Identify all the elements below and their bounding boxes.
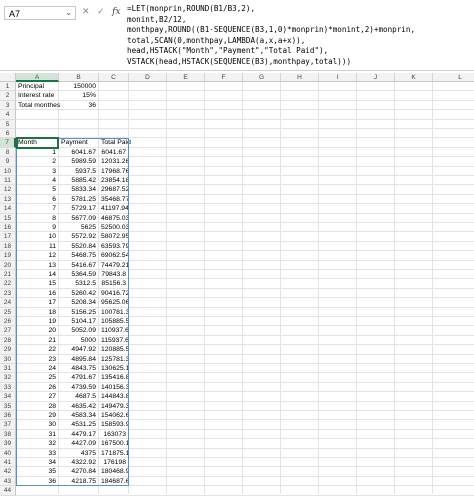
row-header-14[interactable]: 14 [0, 204, 16, 214]
column-header-f[interactable]: F [205, 73, 243, 82]
column-header-d[interactable]: D [129, 73, 167, 82]
row-header-5[interactable]: 5 [0, 119, 16, 129]
row-header-7[interactable]: 7 [0, 138, 16, 148]
name-box-value: A7 [9, 9, 21, 19]
row-header-30[interactable]: 30 [0, 354, 16, 364]
row-header-11[interactable]: 11 [0, 176, 16, 186]
row-header-42[interactable]: 42 [0, 467, 16, 477]
column-header-l[interactable]: L [433, 73, 474, 82]
enter-icon[interactable]: ✓ [97, 6, 105, 16]
row-header-3[interactable]: 3 [0, 100, 16, 111]
row-header-37[interactable]: 37 [0, 420, 16, 430]
formula-bar-divider [0, 70, 474, 71]
cell-label[interactable]: Principal [18, 82, 56, 91]
row-header-16[interactable]: 16 [0, 223, 16, 233]
row-header-20[interactable]: 20 [0, 260, 16, 270]
row-header-21[interactable]: 21 [0, 270, 16, 280]
row-header-27[interactable]: 27 [0, 326, 16, 336]
cell-value[interactable]: 150000 [61, 82, 96, 91]
row-header-32[interactable]: 32 [0, 373, 16, 383]
row-header-23[interactable]: 23 [0, 288, 16, 299]
row-header-6[interactable]: 6 [0, 129, 16, 139]
column-header-a[interactable]: A [16, 73, 59, 82]
spill-range-border [16, 138, 129, 487]
column-header-j[interactable]: J [357, 73, 395, 82]
row-header-39[interactable]: 39 [0, 439, 16, 449]
row-header-44[interactable]: 44 [0, 486, 16, 496]
row-header-17[interactable]: 17 [0, 232, 16, 242]
select-all-corner[interactable] [0, 73, 16, 82]
formula-line: head,HSTACK("Month","Payment","Total Pai… [127, 46, 329, 56]
row-header-2[interactable]: 2 [0, 91, 16, 101]
row-header-33[interactable]: 33 [0, 382, 16, 393]
row-header-25[interactable]: 25 [0, 307, 16, 317]
formula-line: monint,B2/12, [127, 14, 187, 24]
column-header-g[interactable]: G [243, 73, 281, 82]
gridline-horizontal [16, 494, 474, 496]
column-header-e[interactable]: E [167, 73, 205, 82]
row-header-1[interactable]: 1 [0, 82, 16, 92]
formula-line: monthpay,ROUND((B1-SEQUENCE(B3,1,0)*monp… [127, 25, 416, 35]
cell-label[interactable]: Total monthes [18, 101, 60, 110]
formula-line: VSTACK(head,HSTACK(SEQUENCE(B3),monthpay… [127, 56, 352, 66]
row-header-24[interactable]: 24 [0, 298, 16, 308]
row-header-41[interactable]: 41 [0, 458, 16, 468]
formula-bar-input[interactable]: =LET(monprin,ROUND(B1/B3,2), monint,B2/12… [127, 4, 467, 68]
row-header-8[interactable]: 8 [0, 147, 16, 158]
cell-value[interactable]: 15% [61, 91, 96, 100]
row-header-34[interactable]: 34 [0, 392, 16, 402]
row-header-4[interactable]: 4 [0, 110, 16, 120]
cancel-icon[interactable]: ✕ [82, 6, 90, 16]
row-header-10[interactable]: 10 [0, 166, 16, 176]
row-header-31[interactable]: 31 [0, 364, 16, 374]
column-header-i[interactable]: I [319, 73, 357, 82]
gridline-horizontal [16, 128, 474, 129]
column-header-h[interactable]: H [281, 73, 319, 82]
formula-line: =LET(monprin,ROUND(B1/B3,2), [127, 4, 256, 13]
row-header-35[interactable]: 35 [0, 401, 16, 411]
chevron-down-icon[interactable]: ⌄ [65, 8, 72, 17]
row-header-29[interactable]: 29 [0, 345, 16, 355]
formula-line: total,SCAN(0,monthpay,LAMBDA(a,x,a+x)), [127, 35, 306, 45]
row-header-28[interactable]: 28 [0, 335, 16, 346]
row-header-22[interactable]: 22 [0, 279, 16, 289]
row-header-38[interactable]: 38 [0, 429, 16, 440]
row-header-19[interactable]: 19 [0, 251, 16, 261]
row-header-43[interactable]: 43 [0, 476, 16, 487]
row-header-40[interactable]: 40 [0, 448, 16, 458]
row-header-15[interactable]: 15 [0, 213, 16, 223]
name-box[interactable]: A7 ⌄ [4, 6, 76, 20]
gridline-horizontal [16, 118, 474, 120]
row-header-13[interactable]: 13 [0, 194, 16, 205]
column-header-k[interactable]: K [395, 73, 433, 82]
cell-value[interactable]: 36 [61, 101, 96, 110]
insert-function-icon[interactable]: fx [112, 7, 120, 17]
cell-label[interactable]: Interest rate [18, 91, 56, 100]
row-header-9[interactable]: 9 [0, 157, 16, 167]
column-header-b[interactable]: B [59, 73, 99, 82]
row-header-36[interactable]: 36 [0, 411, 16, 421]
row-header-18[interactable]: 18 [0, 241, 16, 252]
row-header-12[interactable]: 12 [0, 185, 16, 195]
formula-bar-icons: ✕ ✓ fx [82, 6, 126, 17]
column-header-c[interactable]: C [99, 73, 129, 82]
row-header-26[interactable]: 26 [0, 317, 16, 327]
active-cell-selection [16, 137, 59, 149]
